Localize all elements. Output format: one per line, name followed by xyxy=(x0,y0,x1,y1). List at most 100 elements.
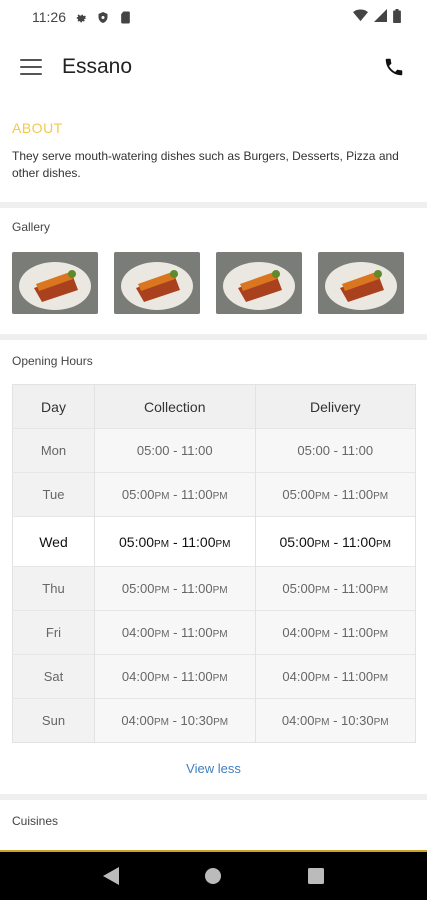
close-time: - 11:00 xyxy=(173,625,213,640)
day-cell: Mon xyxy=(12,428,95,473)
close-time: - 11:00 xyxy=(173,443,213,458)
divider xyxy=(0,202,427,208)
table-row: Thu 05:00PM - 11:00PM 05:00PM - 11:00PM xyxy=(12,566,416,611)
system-nav-bar xyxy=(0,850,427,900)
table-row: Sun 04:00PM - 10:30PM 04:00PM - 10:30PM xyxy=(12,698,416,743)
close-time: - 11:00 xyxy=(333,487,374,502)
am-pm-suffix: PM xyxy=(153,717,169,728)
opening-hours-table: Day Collection Delivery Mon 05:00 - 11:00… xyxy=(12,384,416,743)
signal-icon xyxy=(374,9,387,25)
day-cell: Tue xyxy=(12,472,95,517)
open-time: 04:00 xyxy=(282,625,315,640)
day-label: Thu xyxy=(42,581,65,596)
home-icon[interactable] xyxy=(198,861,228,891)
am-pm-suffix: PM xyxy=(154,585,170,596)
divider xyxy=(0,794,427,800)
am-pm-suffix: PM xyxy=(154,491,170,502)
am-pm-suffix: PM xyxy=(154,629,170,640)
table-row: Tue 05:00PM - 11:00PM 05:00PM - 11:00PM xyxy=(12,472,416,517)
status-bar: 11:26 xyxy=(0,0,427,34)
am-pm-suffix: PM xyxy=(212,491,228,502)
recents-icon[interactable] xyxy=(301,861,331,891)
table-row: Wed 05:00PM - 11:00PM 05:00PM - 11:00PM xyxy=(12,516,416,567)
am-pm-suffix: PM xyxy=(212,629,228,640)
delivery-hours-cell: 04:00PM - 11:00PM xyxy=(255,610,416,655)
wifi-icon xyxy=(353,9,368,25)
day-cell: Wed xyxy=(12,516,95,567)
am-pm-suffix: PM xyxy=(314,585,330,596)
sim-card-icon xyxy=(118,10,132,24)
open-time: 05:00 xyxy=(119,533,155,550)
back-icon[interactable] xyxy=(96,861,126,891)
am-pm-suffix: PM xyxy=(215,538,231,550)
day-label: Sat xyxy=(43,669,64,684)
am-pm-suffix: PM xyxy=(373,673,389,684)
close-time: - 11:00 xyxy=(333,533,376,550)
collection-hours-cell: 05:00 - 11:00 xyxy=(94,428,256,473)
am-pm-suffix: PM xyxy=(154,538,170,550)
day-cell: Sun xyxy=(12,698,95,743)
am-pm-suffix: PM xyxy=(314,717,330,728)
am-pm-suffix: PM xyxy=(154,673,170,684)
table-row: Mon 05:00 - 11:00 05:00 - 11:00 xyxy=(12,428,416,473)
open-time: 05:00 xyxy=(121,581,155,596)
gallery-label: Gallery xyxy=(12,220,51,234)
phone-icon[interactable] xyxy=(383,56,405,78)
day-cell: Fri xyxy=(12,610,95,655)
column-header-delivery: Delivery xyxy=(255,384,416,429)
open-time: 04:00 xyxy=(282,669,315,684)
view-less-link[interactable]: View less xyxy=(0,761,427,776)
status-time: 11:26 xyxy=(32,9,66,25)
opening-hours-label: Opening Hours xyxy=(12,354,93,368)
open-time: 05:00 xyxy=(136,443,170,458)
am-pm-suffix: PM xyxy=(373,491,389,502)
am-pm-suffix: PM xyxy=(213,717,229,728)
day-label: Mon xyxy=(40,443,67,458)
am-pm-suffix: PM xyxy=(314,673,330,684)
table-row: Fri 04:00PM - 11:00PM 04:00PM - 11:00PM xyxy=(12,610,416,655)
table-header-row: Day Collection Delivery xyxy=(12,384,416,429)
open-time: 04:00 xyxy=(121,625,155,640)
collection-hours-cell: 04:00PM - 11:00PM xyxy=(94,654,256,699)
am-pm-suffix: PM xyxy=(373,585,389,596)
about-section: ABOUT They serve mouth-watering dishes s… xyxy=(0,120,427,182)
day-label: Fri xyxy=(45,625,62,640)
delivery-hours-cell: 04:00PM - 10:30PM xyxy=(255,698,416,743)
opening-hours-section: Opening Hours Day Collection Delivery Mo… xyxy=(0,354,427,776)
gallery-row xyxy=(0,252,427,314)
am-pm-suffix: PM xyxy=(314,629,330,640)
open-time: 05:00 xyxy=(279,533,315,550)
collection-hours-cell: 04:00PM - 11:00PM xyxy=(94,610,256,655)
delivery-hours-cell: 05:00PM - 11:00PM xyxy=(255,516,416,567)
close-time: - 11:00 xyxy=(333,581,374,596)
open-time: 05:00 xyxy=(121,487,155,502)
day-cell: Sat xyxy=(12,654,95,699)
close-time: - 10:30 xyxy=(333,713,374,728)
about-text: They serve mouth-watering dishes such as… xyxy=(12,149,399,180)
divider xyxy=(0,334,427,340)
open-time: 04:00 xyxy=(121,669,155,684)
cuisines-section: Cuisines xyxy=(0,814,427,828)
gallery-image[interactable] xyxy=(114,252,200,314)
close-time: - 11:00 xyxy=(172,533,216,550)
collection-hours-cell: 04:00PM - 10:30PM xyxy=(94,698,256,743)
day-label: Tue xyxy=(42,487,65,502)
day-label: Wed xyxy=(39,533,68,550)
gallery-image[interactable] xyxy=(216,252,302,314)
gallery-image[interactable] xyxy=(318,252,404,314)
table-row: Sat 04:00PM - 11:00PM 04:00PM - 11:00PM xyxy=(12,654,416,699)
cuisines-label: Cuisines xyxy=(12,814,59,828)
delivery-hours-cell: 05:00PM - 11:00PM xyxy=(255,566,416,611)
collection-hours-cell: 05:00PM - 11:00PM xyxy=(94,516,256,567)
collection-hours-cell: 05:00PM - 11:00PM xyxy=(94,566,256,611)
gallery-image[interactable] xyxy=(12,252,98,314)
collection-hours-cell: 05:00PM - 11:00PM xyxy=(94,472,256,517)
close-time: - 11:00 xyxy=(333,669,374,684)
app-bar: Essano xyxy=(0,34,427,100)
battery-icon xyxy=(393,8,401,26)
close-time: - 11:00 xyxy=(333,443,374,458)
column-header-collection: Collection xyxy=(94,384,256,429)
close-time: - 10:30 xyxy=(172,713,214,728)
menu-icon[interactable] xyxy=(20,59,42,75)
about-heading: ABOUT xyxy=(12,120,63,136)
